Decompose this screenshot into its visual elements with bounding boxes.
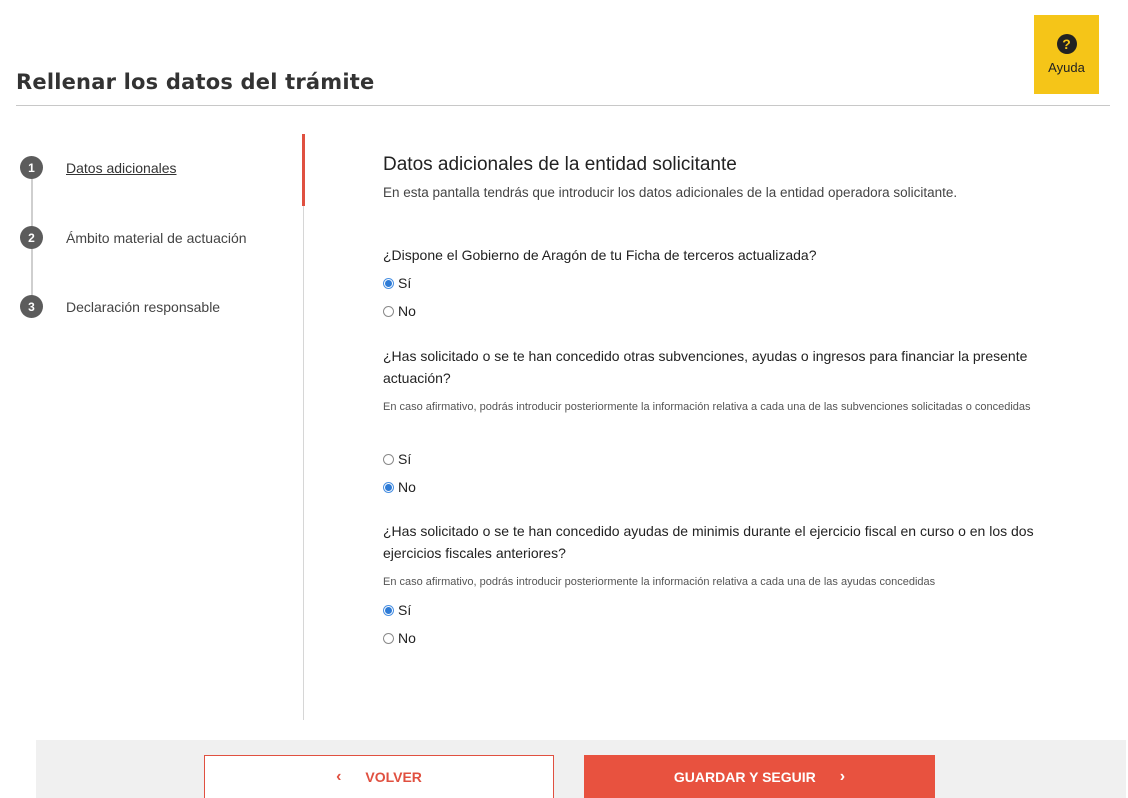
form-section: Datos adicionales de la entidad solicita… (383, 154, 1103, 200)
title-divider (16, 105, 1110, 106)
step-number: 3 (20, 295, 43, 318)
step-number: 1 (20, 156, 43, 179)
question-minimis: ¿Has solicitado o se te han concedido ay… (383, 523, 1034, 561)
step-ambito-material[interactable]: 2 Ámbito material de actuación (20, 226, 247, 249)
radio-minimis-no[interactable]: No (383, 630, 416, 646)
next-label: GUARDAR Y SEGUIR (673, 768, 816, 785)
step-datos-adicionales[interactable]: 1 Datos adicionales (20, 156, 177, 179)
radio-label: Sí (398, 602, 412, 618)
question-otras-subvenciones: ¿Has solicitado o se te han concedido ot… (383, 348, 1028, 386)
content-divider (303, 134, 304, 720)
radio-ficha-no[interactable]: No (383, 303, 416, 319)
radio-button[interactable] (383, 632, 394, 644)
page-title: Rellenar los datos del trámite (16, 70, 375, 94)
help-button[interactable]: ? Ayuda (1034, 15, 1099, 94)
step-declaracion-responsable[interactable]: 3 Declaración responsable (20, 295, 220, 318)
radio-subvenciones-no[interactable]: No (383, 479, 416, 495)
back-label: VOLVER (365, 769, 422, 785)
radio-button[interactable] (383, 481, 394, 493)
radio-label: Sí (398, 275, 412, 291)
radio-ficha-si[interactable]: Sí (383, 275, 411, 291)
radio-subvenciones-si[interactable]: Sí (383, 451, 411, 467)
radio-label: Sí (398, 451, 412, 467)
radio-label: No (398, 303, 416, 319)
radio-button[interactable] (383, 305, 394, 317)
step-label[interactable]: Datos adicionales (66, 160, 177, 176)
save-and-continue-button[interactable]: GUARDAR Y SEGUIR › (584, 755, 935, 798)
section-title: Datos adicionales de la entidad solicita… (383, 154, 737, 175)
active-step-indicator (302, 134, 305, 206)
chevron-right-icon: › (839, 767, 846, 785)
step-number: 2 (20, 226, 43, 249)
chevron-left-icon: ‹ (336, 768, 342, 785)
radio-label: No (398, 479, 416, 495)
step-label: Declaración responsable (66, 298, 221, 315)
help-label: Ayuda (1048, 60, 1085, 75)
question-circle-icon: ? (1056, 34, 1077, 54)
radio-button[interactable] (383, 453, 394, 465)
question-hint: En caso afirmativo, podrás introducir po… (383, 401, 1031, 413)
section-description: En esta pantalla tendrás que introducir … (383, 185, 958, 200)
radio-button[interactable] (383, 604, 394, 616)
radio-label: No (398, 630, 416, 646)
question-hint: En caso afirmativo, podrás introducir po… (383, 576, 936, 588)
step-label: Ámbito material de actuación (66, 229, 247, 246)
radio-minimis-si[interactable]: Sí (383, 602, 411, 618)
back-button[interactable]: ‹ VOLVER (204, 755, 554, 798)
footer-bar (36, 740, 1126, 798)
radio-button[interactable] (383, 277, 394, 289)
question-ficha-terceros: ¿Dispone el Gobierno de Aragón de tu Fic… (383, 247, 817, 263)
